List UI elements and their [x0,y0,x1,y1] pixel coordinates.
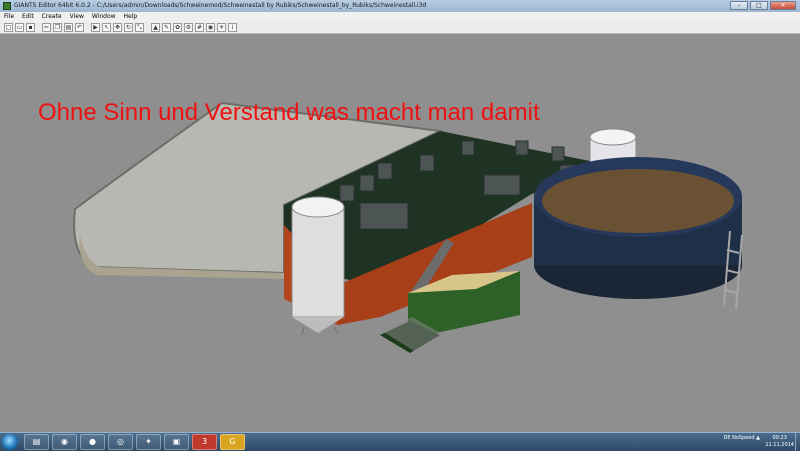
light-icon[interactable]: ☀ [217,23,226,32]
toolbar: □ ▭ ▪ ✂ ❐ ▤ ↶ ▶ ↖ ✥ ↻ ⤡ ▲ ✎ ✿ ⚙ # ◉ ☀ i [0,22,800,34]
3d-viewport[interactable]: Ohne Sinn und Verstand was macht man dam… [0,35,800,432]
move-icon[interactable]: ✥ [113,23,122,32]
steam-icon[interactable]: ◎ [108,434,133,450]
menu-file[interactable]: File [4,12,14,22]
clock-time: 00:23 [772,435,787,441]
tank-slurry [542,169,734,233]
toolbar-separator [37,23,40,32]
silo-left-top [291,196,345,218]
minimize-button[interactable]: – [730,1,748,10]
save-icon[interactable]: ▪ [26,23,35,32]
menu-create[interactable]: Create [42,12,62,22]
new-file-icon[interactable]: □ [4,23,13,32]
folder-icon[interactable]: ▤ [24,434,49,450]
open-folder-icon[interactable]: ▭ [15,23,24,32]
system-tray: DE NoSpeed ▲ [723,435,760,441]
paste-icon[interactable]: ▤ [64,23,73,32]
toolbar-separator [146,23,149,32]
toolbar-separator [86,23,89,32]
windows-taskbar: ▤ ◉ ● ◎ ✦ ▣ 3 G DE NoSpeed ▲ 00:23 11.11… [0,432,800,451]
app-icon[interactable]: ▣ [164,434,189,450]
rotate-icon[interactable]: ↻ [124,23,133,32]
close-button[interactable]: ✕ [770,1,796,10]
start-button[interactable] [2,434,18,450]
menu-bar: File Edit Create View Window Help [0,12,800,22]
paint-icon[interactable]: ✎ [162,23,171,32]
window-controls: – □ ✕ [730,1,796,10]
maximize-button[interactable]: □ [750,1,768,10]
overlay-caption: Ohne Sinn und Verstand was macht man dam… [38,99,540,126]
game-icon[interactable]: ✦ [136,434,161,450]
info-icon[interactable]: i [228,23,237,32]
firefox-icon[interactable]: ◉ [52,434,77,450]
scene-render [73,101,743,353]
settings-icon[interactable]: ⚙ [184,23,193,32]
media-icon[interactable]: ● [80,434,105,450]
foliage-icon[interactable]: ✿ [173,23,182,32]
select-icon[interactable]: ↖ [102,23,111,32]
clock[interactable]: 00:23 11.11.2014 [765,435,794,449]
window-title: GIANTS Editor 64bit 6.0.2 - C:/Users/adm… [14,2,427,9]
camera-icon[interactable]: ◉ [206,23,215,32]
menu-help[interactable]: Help [124,12,138,22]
show-desktop-button[interactable] [795,433,800,451]
menu-edit[interactable]: Edit [22,12,34,22]
undo-icon[interactable]: ↶ [75,23,84,32]
tray-status[interactable]: NoSpeed ▲ [732,435,760,441]
silo-left [291,206,345,318]
copy-icon[interactable]: ❐ [53,23,62,32]
play-icon[interactable]: ▶ [91,23,100,32]
scale-icon[interactable]: ⤡ [135,23,144,32]
farming-simulator-icon[interactable]: 3 [192,434,217,450]
menu-window[interactable]: Window [92,12,116,22]
clock-date: 11.11.2014 [765,442,794,448]
silo-right-top [589,128,637,146]
giants-editor-icon[interactable]: G [220,434,245,450]
giants-editor-icon [3,2,11,10]
cut-icon[interactable]: ✂ [42,23,51,32]
language-indicator[interactable]: DE [723,435,730,441]
menu-view[interactable]: View [70,12,84,22]
terrain-icon[interactable]: ▲ [151,23,160,32]
grid-icon[interactable]: # [195,23,204,32]
